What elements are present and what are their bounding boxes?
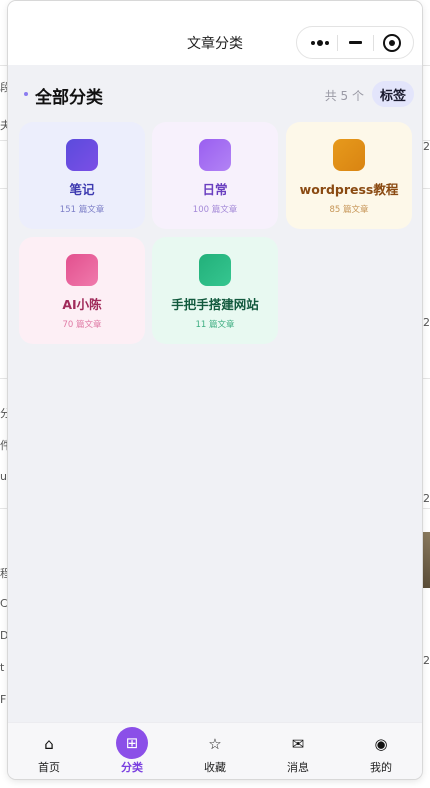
category-card[interactable]: wordpress教程 85 篇文章 [286,122,412,229]
close-button[interactable] [377,27,407,58]
category-icon [66,254,98,286]
home-icon: ⌂ [44,735,54,753]
target-close-icon [383,33,401,52]
category-card[interactable]: 手把手搭建网站 11 篇文章 [152,237,278,344]
minimize-icon [348,41,362,44]
more-button[interactable] [305,27,335,58]
category-icon [66,139,98,171]
category-icon [199,139,231,171]
capsule-divider [373,35,374,51]
category-card[interactable]: AI小陈 70 篇文章 [19,237,145,344]
category-icon [199,254,231,286]
capsule-divider [337,35,338,51]
bg-text-fragment: 2 [423,316,430,329]
section-title: 全部分类 [35,88,103,108]
tab-user[interactable]: ◉ 我的 [340,723,422,779]
category-name: 手把手搭建网站 [171,297,259,312]
tab-home[interactable]: ⌂ 首页 [8,723,90,779]
category-name: 日常 [202,182,228,197]
category-name: AI小陈 [62,297,102,312]
user-icon: ◉ [374,735,388,753]
category-count: 共 5 个 [324,89,364,103]
category-name: 笔记 [69,182,95,197]
capsule-menu [296,26,414,59]
section-dot-icon [24,92,28,96]
tab-mail[interactable]: ✉ 消息 [257,723,339,779]
bg-text-fragment: 2 [423,492,430,505]
category-icon [333,139,365,171]
tab-label: 首页 [38,761,60,774]
mini-program-window: 文章分类 全部分类 共 5 个 标签 笔记 151 篇文章 日常 100 篇文章 wor… [8,1,422,779]
grid-icon: ⊞ [125,734,139,752]
category-article-count: 151 篇文章 [59,205,105,215]
bg-text-fragment: C [0,597,8,610]
bg-text-fragment: u [0,470,7,483]
tab-label: 我的 [370,761,392,774]
category-name: wordpress教程 [299,182,399,197]
minimize-button[interactable] [343,27,367,58]
star-icon: ☆ [208,735,222,753]
category-article-count: 11 篇文章 [195,320,235,330]
category-article-count: 70 篇文章 [62,320,102,330]
category-article-count: 85 篇文章 [329,205,369,215]
tab-star[interactable]: ☆ 收藏 [174,723,256,779]
bg-text-fragment: 2 [423,654,430,667]
category-article-count: 100 篇文章 [192,205,238,215]
more-dots-icon [311,39,329,46]
tab-label: 收藏 [204,761,226,774]
category-card[interactable]: 日常 100 篇文章 [152,122,278,229]
tab-label: 消息 [287,761,309,774]
tags-button[interactable]: 标签 [372,81,414,107]
bg-text-fragment: 2 [423,140,430,153]
section-header: 全部分类 共 5 个 标签 [8,81,422,109]
tab-grid[interactable]: ⊞ 分类 [91,723,173,779]
tab-label: 分类 [121,761,143,774]
mail-icon: ✉ [291,735,305,753]
navigation-bar: 文章分类 [8,1,422,65]
bg-text-fragment: t [0,661,5,674]
category-card[interactable]: 笔记 151 篇文章 [19,122,145,229]
tab-bar: ⌂ 首页 ⊞ 分类 ☆ 收藏 ✉ 消息 ◉ 我的 [8,722,422,779]
bg-text-fragment: F [0,693,7,706]
